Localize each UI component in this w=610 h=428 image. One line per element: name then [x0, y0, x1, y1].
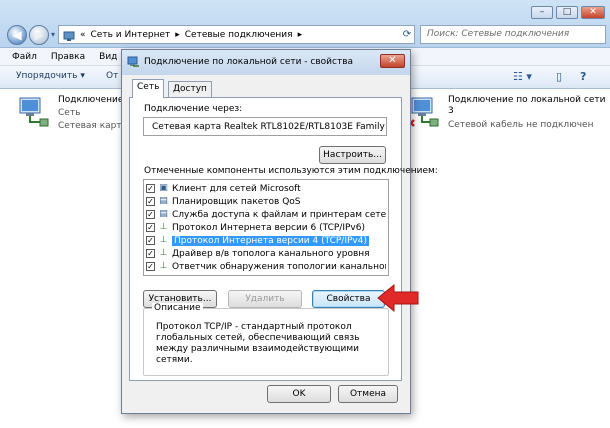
configure-button[interactable]: Настроить...	[319, 146, 386, 164]
component-checkbox[interactable]: ✓	[146, 262, 155, 271]
list-item[interactable]: ✓ ▤ Планировщик пакетов QoS	[146, 195, 386, 208]
connection-network: Сеть	[58, 108, 81, 118]
component-label: Служба доступа к файлам и принтерам сете…	[172, 209, 386, 220]
description-group: Описание Протокол TCP/IP - стандартный п…	[143, 303, 389, 376]
adapter-field: Сетевая карта Realtek RTL8102E/RTL8103E …	[143, 117, 387, 136]
network-protocol-icon: ⊥	[159, 235, 168, 245]
menu-edit[interactable]: Правка	[51, 52, 85, 62]
breadcrumb-item[interactable]: Сеть и Интернет	[91, 30, 171, 40]
network-service-icon: ▤	[159, 209, 168, 219]
component-label: Планировщик пакетов QoS	[172, 196, 301, 207]
connection-item-right[interactable]: Подключение по локальной сети 3 Сетевой …	[406, 94, 606, 136]
list-item[interactable]: ✓ ⊥ Драйвер в/в тополога канального уров…	[146, 247, 386, 260]
component-label: Протокол Интернета версии 4 (TCP/IPv4)	[172, 235, 369, 246]
connection-item-left[interactable]: Подключение Сеть Сетевая карта	[16, 94, 127, 136]
network-adapter-icon	[407, 97, 439, 127]
tab-sharing[interactable]: Доступ	[168, 81, 212, 97]
list-item[interactable]: ✓ ▤ Служба доступа к файлам и принтерам …	[146, 208, 386, 221]
view-options-icon[interactable]: ☷ ▾	[513, 70, 532, 84]
search-input[interactable]: Поиск: Сетевые подключения	[420, 25, 606, 44]
component-checkbox[interactable]: ✓	[146, 236, 155, 245]
organize-button[interactable]: Упорядочить ▾	[16, 71, 85, 81]
connection-device: Сетевая карта	[58, 121, 128, 131]
connection-name: Подключение по локальной сети	[448, 95, 606, 105]
component-label: Протокол Интернета версии 6 (TCP/IPv6)	[172, 222, 365, 233]
connection-name: Подключение	[58, 95, 124, 105]
network-protocol-icon: ⊥	[159, 248, 168, 258]
component-checkbox[interactable]: ✓	[146, 210, 155, 219]
component-label: Ответчик обнаружения топологии канальног…	[172, 261, 386, 272]
component-checkbox[interactable]: ✓	[146, 184, 155, 193]
help-icon[interactable]: ?	[580, 70, 586, 84]
list-item[interactable]: ✓ ⊥ Ответчик обнаружения топологии канал…	[146, 260, 386, 273]
dialog-titlebar[interactable]: Подключение по локальной сети - свойства…	[122, 50, 410, 75]
red-pointer-arrow-icon	[377, 283, 419, 313]
network-protocol-icon: ⊥	[159, 261, 168, 271]
forward-button[interactable]: ▶	[29, 25, 49, 45]
back-button[interactable]: ◀	[7, 25, 27, 45]
network-folder-icon	[63, 31, 75, 41]
component-checkbox[interactable]: ✓	[146, 249, 155, 258]
component-label: Драйвер в/в тополога канального уровня	[172, 248, 370, 259]
tab-label: Сеть	[137, 82, 160, 92]
component-checkbox[interactable]: ✓	[146, 197, 155, 206]
adapter-name: Сетевая карта Realtek RTL8102E/RTL8103E …	[152, 121, 387, 132]
dialog-close-button[interactable]: ✕	[380, 54, 405, 68]
dialog-title: Подключение по локальной сети - свойства	[144, 57, 354, 67]
properties-dialog: Подключение по локальной сети - свойства…	[121, 49, 438, 414]
network-protocol-icon: ⊥	[159, 222, 168, 232]
minimize-button[interactable]: –	[531, 6, 553, 19]
connect-using-label: Подключение через:	[144, 104, 243, 114]
components-label: Отмеченные компоненты используются этим …	[144, 166, 438, 176]
breadcrumb-item[interactable]: Сетевые подключения	[185, 30, 293, 40]
menu-view[interactable]: Вид	[99, 52, 117, 62]
tab-network[interactable]: Сеть	[132, 79, 165, 98]
list-item-selected[interactable]: ✓ ⊥ Протокол Интернета версии 4 (TCP/IPv…	[146, 234, 386, 247]
network-client-icon: ▣	[159, 183, 168, 193]
connection-status: Сетевой кабель не подключен	[448, 120, 594, 130]
connection-network: 3	[448, 106, 454, 116]
uninstall-button[interactable]: Удалить	[228, 290, 302, 308]
list-item[interactable]: ✓ ▣ Клиент для сетей Microsoft	[146, 182, 386, 195]
component-checkbox[interactable]: ✓	[146, 223, 155, 232]
recent-pages-icon[interactable]: ▾	[51, 30, 55, 39]
description-text: Протокол TCP/IP - стандартный протокол г…	[156, 322, 360, 365]
tab-label: Доступ	[173, 84, 207, 94]
menu-file[interactable]: Файл	[12, 52, 37, 62]
breadcrumb-chevron-icon[interactable]: ▸	[175, 30, 180, 40]
network-adapter-icon	[19, 97, 49, 127]
organize-label: Упорядочить	[16, 71, 78, 81]
refresh-icon[interactable]: ⟳	[400, 26, 414, 43]
address-bar[interactable]: « Сеть и Интернет ▸ Сетевые подключения …	[58, 25, 415, 44]
close-button[interactable]: ✕	[581, 6, 605, 19]
ok-button[interactable]: OK	[267, 385, 331, 403]
toolbar-partial-button[interactable]: От	[106, 71, 118, 81]
breadcrumb-chevron-icon[interactable]: ▸	[298, 30, 303, 40]
list-item[interactable]: ✓ ⊥ Протокол Интернета версии 6 (TCP/IPv…	[146, 221, 386, 234]
maximize-button[interactable]: □	[556, 6, 578, 19]
breadcrumb-separator-icon[interactable]: «	[80, 30, 86, 40]
properties-button[interactable]: Свойства	[312, 290, 385, 308]
component-label: Клиент для сетей Microsoft	[172, 183, 301, 194]
network-connection-icon	[127, 56, 139, 67]
components-list[interactable]: ✓ ▣ Клиент для сетей Microsoft ✓ ▤ Плани…	[143, 179, 389, 276]
preview-pane-icon[interactable]: ▯	[556, 70, 562, 84]
cancel-button[interactable]: Отмена	[338, 385, 398, 403]
explorer-titlebar: – □ ✕ ◀ ▶ ▾ « Сеть и Интернет ▸ Сетевые …	[0, 0, 610, 48]
description-legend: Описание	[152, 303, 203, 313]
network-service-icon: ▤	[159, 196, 168, 206]
